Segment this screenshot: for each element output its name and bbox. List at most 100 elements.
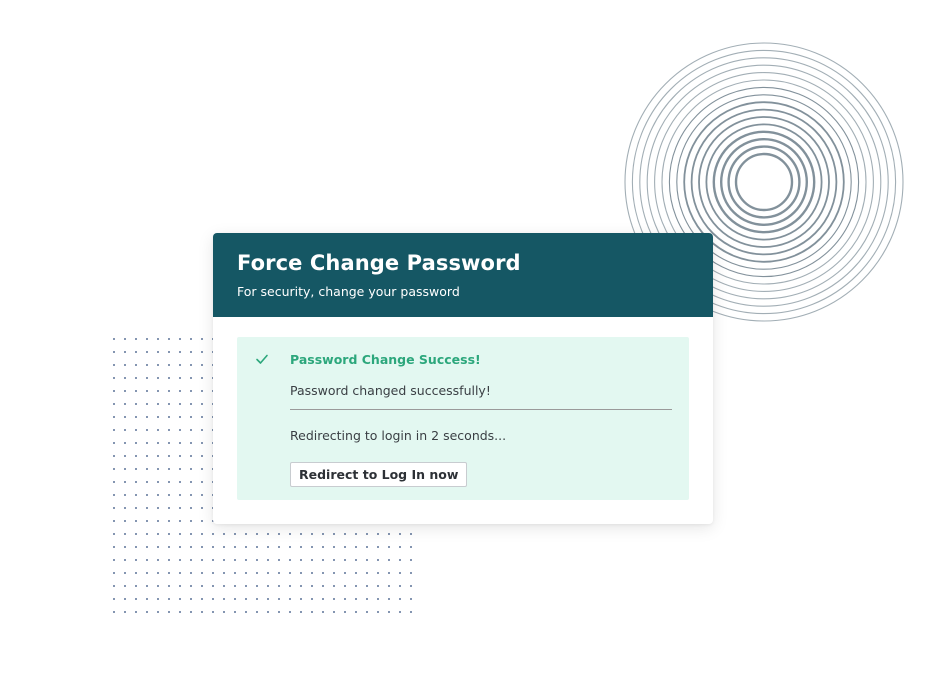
grid-dot [157,390,159,392]
grid-dot [113,442,115,444]
grid-dot [300,559,302,561]
grid-dot [267,598,269,600]
grid-dot [234,572,236,574]
grid-dot [157,377,159,379]
grid-dot [201,572,203,574]
grid-dot [113,533,115,535]
redirect-to-login-button[interactable]: Redirect to Log In now [290,462,468,487]
grid-dot [201,377,203,379]
grid-dot [278,559,280,561]
grid-dot [388,611,390,613]
grid-dot [201,494,203,496]
grid-dot [344,546,346,548]
grid-dot [146,455,148,457]
decoration-ring [719,137,808,226]
grid-dot [201,507,203,509]
grid-dot [234,533,236,535]
grid-dot [113,507,115,509]
grid-dot [289,611,291,613]
grid-dot [124,611,126,613]
grid-dot [212,598,214,600]
grid-dot [179,598,181,600]
grid-dot [135,364,137,366]
grid-dot [146,507,148,509]
grid-dot [113,572,115,574]
grid-dot [377,533,379,535]
grid-dot [256,533,258,535]
grid-dot [366,611,368,613]
grid-dot [135,377,137,379]
grid-dot [135,390,137,392]
grid-dot [278,585,280,587]
grid-dot [267,559,269,561]
grid-dot [124,585,126,587]
grid-dot [168,338,170,340]
grid-dot [201,338,203,340]
grid-dot [377,598,379,600]
grid-dot [113,585,115,587]
grid-dot [157,429,159,431]
grid-dot [190,520,192,522]
grid-dot [179,442,181,444]
grid-dot [157,520,159,522]
grid-dot [344,585,346,587]
grid-dot [146,533,148,535]
grid-dot [289,585,291,587]
grid-dot [322,572,324,574]
grid-dot [168,533,170,535]
grid-dot [157,481,159,483]
grid-dot [201,351,203,353]
grid-dot [146,351,148,353]
grid-dot [190,429,192,431]
grid-dot [190,507,192,509]
grid-dot [168,442,170,444]
grid-dot [388,598,390,600]
grid-dot [190,585,192,587]
grid-dot [311,533,313,535]
grid-dot [311,585,313,587]
grid-dot [190,546,192,548]
grid-dot [256,559,258,561]
grid-dot [212,559,214,561]
grid-dot [190,611,192,613]
grid-dot [355,559,357,561]
grid-dot [190,468,192,470]
grid-dot [179,572,181,574]
grid-dot [113,598,115,600]
grid-dot [223,585,225,587]
grid-dot [355,546,357,548]
grid-dot [146,494,148,496]
grid-dot [146,572,148,574]
grid-dot [190,572,192,574]
grid-dot [377,559,379,561]
grid-dot [355,598,357,600]
grid-dot [245,546,247,548]
grid-dot [201,390,203,392]
grid-dot [333,572,335,574]
grid-dot [245,572,247,574]
grid-dot [256,572,258,574]
grid-dot [113,611,115,613]
grid-dot [135,585,137,587]
grid-dot [256,598,258,600]
grid-dot [311,546,313,548]
grid-dot [135,494,137,496]
grid-dot [300,572,302,574]
grid-dot [377,585,379,587]
grid-dot [135,598,137,600]
grid-dot [146,559,148,561]
grid-dot [124,559,126,561]
grid-dot [157,546,159,548]
grid-dot [135,546,137,548]
grid-dot [190,416,192,418]
grid-dot [135,572,137,574]
grid-dot [399,611,401,613]
grid-dot [146,546,148,548]
success-alert: Password Change Success! Password change… [237,337,689,500]
grid-dot [179,403,181,405]
grid-dot [201,468,203,470]
grid-dot [410,533,412,535]
grid-dot [388,533,390,535]
grid-dot [256,546,258,548]
grid-dot [113,338,115,340]
